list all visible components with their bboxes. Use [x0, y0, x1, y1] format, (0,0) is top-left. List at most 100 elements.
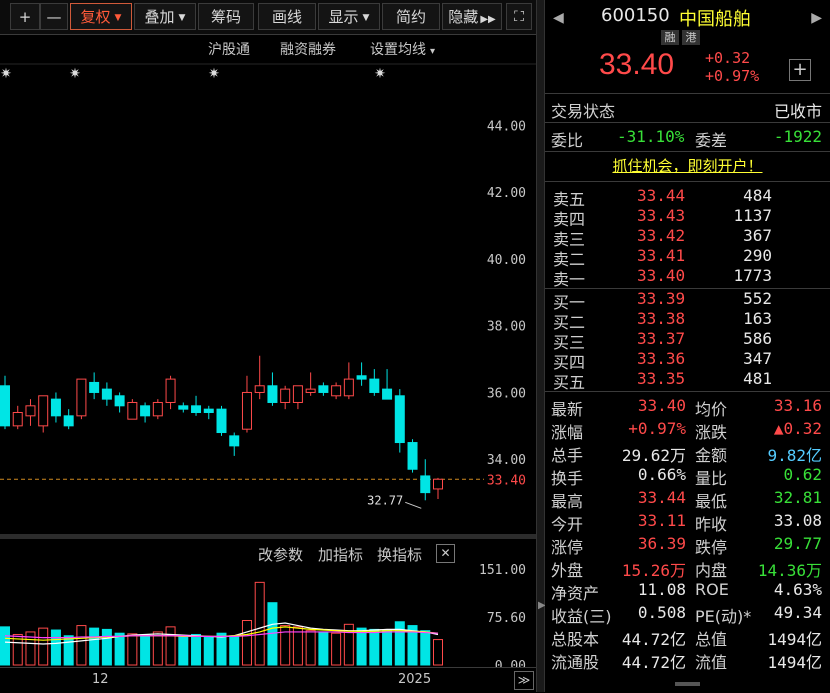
stat-label: 总值: [695, 630, 728, 649]
level-price: 33.38: [637, 309, 686, 328]
stat-label: 今开: [551, 515, 584, 534]
stat-value: +0.97%: [628, 419, 686, 438]
stat-label: 跌停: [695, 538, 728, 557]
add-watchlist-button[interactable]: +: [789, 59, 811, 81]
sell-level-row[interactable]: 卖五 33.44 484: [545, 186, 830, 209]
low-price-annotation: 32.77: [367, 493, 403, 507]
stat-value: 29.62万: [621, 446, 686, 465]
chips-button[interactable]: 筹码: [198, 3, 254, 30]
candle-body: [356, 375, 367, 380]
stat-label: 总股本: [551, 630, 600, 649]
price-axis-label: 40.00: [487, 253, 526, 268]
candle-body: [12, 411, 23, 427]
event-marker-icon: ✷: [208, 66, 220, 82]
candle-body: [127, 401, 138, 420]
stat-value: 11.08: [637, 580, 686, 599]
double-arrow-right-icon: ▶▶: [480, 14, 496, 25]
level-volume: 552: [743, 289, 772, 308]
fuquan-button[interactable]: 复权 ▼: [70, 3, 132, 30]
stat-value: 4.63%: [773, 580, 822, 599]
sell-level-row[interactable]: 卖一 33.40 1773: [545, 266, 830, 289]
stat-label: ROE: [695, 580, 729, 599]
stat-value: 36.39: [637, 534, 686, 553]
stats-row: 涨停 36.39 跌停 29.77: [545, 534, 830, 557]
caret-down-icon: ▼: [362, 13, 370, 23]
stat-value: 1494亿: [767, 653, 822, 672]
draw-line-button[interactable]: 画线: [258, 3, 316, 30]
overlay-label: 叠加: [144, 8, 175, 26]
level-volume: 347: [743, 349, 772, 368]
zoom-out-button[interactable]: —: [40, 3, 68, 30]
sell-level-row[interactable]: 卖二 33.41 290: [545, 246, 830, 269]
volume-bar: [203, 636, 214, 666]
scroll-right-button[interactable]: ≫: [514, 671, 534, 690]
price-axis-label: 44.00: [487, 119, 526, 134]
candle-body: [407, 442, 418, 470]
level-price: 33.35: [637, 369, 686, 388]
candle-body: [0, 385, 10, 427]
stat-label: 换手: [551, 469, 584, 488]
volume-chart-area[interactable]: 改参数 加指标 换指标 ✕ 151.00 75.60 0.00: [0, 539, 536, 667]
prev-stock-arrow-icon[interactable]: ◀: [553, 10, 564, 26]
stat-label: 收益(三): [551, 607, 612, 626]
stat-value: 1494亿: [767, 630, 822, 649]
fullscreen-icon: ⛶: [514, 9, 524, 25]
overlay-button[interactable]: 叠加 ▼: [134, 3, 196, 30]
candle-body: [50, 398, 61, 417]
weicha-label: 委差: [695, 131, 728, 150]
volume-bar: [178, 635, 189, 666]
volume-bar: [0, 626, 10, 666]
volume-bar: [356, 627, 367, 666]
fullscreen-button[interactable]: ⛶: [506, 3, 532, 30]
stat-value: 44.72亿: [621, 653, 686, 672]
stat-label: PE(动)*: [695, 607, 752, 626]
candle-body: [152, 401, 163, 417]
buy-level-row[interactable]: 买四 33.36 347: [545, 349, 830, 372]
stats-row: 今开 33.11 昨收 33.08: [545, 511, 830, 534]
volume-plot: 151.00 75.60 0.00: [0, 563, 526, 667]
volume-bar: [433, 639, 443, 666]
candlestick-chart-area[interactable]: 沪股通 融资融券 设置均线 ▾ ✷ ✷ ✷ ✷ 44.00 42.00 40.00 38.00 3…: [0, 34, 536, 534]
volume-bar: [216, 632, 227, 666]
current-price-tag: 33.40: [487, 473, 526, 488]
level-volume: 1137: [733, 206, 772, 225]
weibi-value: -31.10%: [617, 127, 685, 146]
sell-level-row[interactable]: 卖四 33.43 1137: [545, 206, 830, 229]
low-pointer-arrow: [405, 501, 422, 509]
weibi-label: 委比: [551, 131, 584, 150]
level-price: 33.44: [637, 186, 686, 205]
level-volume: 484: [743, 186, 772, 205]
level-price: 33.37: [637, 329, 686, 348]
buy-level-row[interactable]: 买五 33.35 481: [545, 369, 830, 392]
volume-bar: [254, 581, 265, 666]
stat-label: 最新: [551, 400, 584, 419]
volume-axis-label: 0.00: [495, 659, 526, 667]
candle-body: [292, 385, 303, 403]
stat-value: 44.72亿: [621, 630, 686, 649]
stat-value: 0.508: [637, 603, 686, 622]
double-chevron-right-icon: ≫: [517, 673, 531, 687]
stock-code: 600150: [601, 5, 670, 26]
next-stock-arrow-icon[interactable]: ▶: [811, 10, 822, 26]
buy-level-row[interactable]: 买二 33.38 163: [545, 309, 830, 332]
chips-label: 筹码: [210, 8, 241, 26]
buy-level-row[interactable]: 买三 33.37 586: [545, 329, 830, 352]
trade-status-value: 已收市: [773, 102, 822, 121]
zoom-in-button[interactable]: +: [10, 3, 40, 30]
level-volume: 290: [743, 246, 772, 265]
stats-row: 最高 33.44 最低 32.81: [545, 488, 830, 511]
panel-scroll-handle[interactable]: [675, 682, 700, 686]
stat-value: 0.62: [783, 465, 822, 484]
buy-level-row[interactable]: 买一 33.39 552: [545, 289, 830, 312]
candle-body: [280, 388, 291, 403]
hide-button[interactable]: 隐藏 ▶▶: [442, 3, 502, 30]
open-account-link[interactable]: 抓住机会，即刻开户！: [545, 155, 830, 176]
panel-splitter[interactable]: ▶: [536, 0, 546, 692]
caret-down-icon: ▼: [178, 13, 186, 23]
level-label: 买五: [553, 373, 586, 392]
candle-body: [25, 405, 36, 417]
display-button[interactable]: 显示 ▼: [318, 3, 380, 30]
simple-button[interactable]: 简约: [382, 3, 440, 30]
volume-bar: [292, 626, 303, 666]
sell-level-row[interactable]: 卖三 33.42 367: [545, 226, 830, 249]
